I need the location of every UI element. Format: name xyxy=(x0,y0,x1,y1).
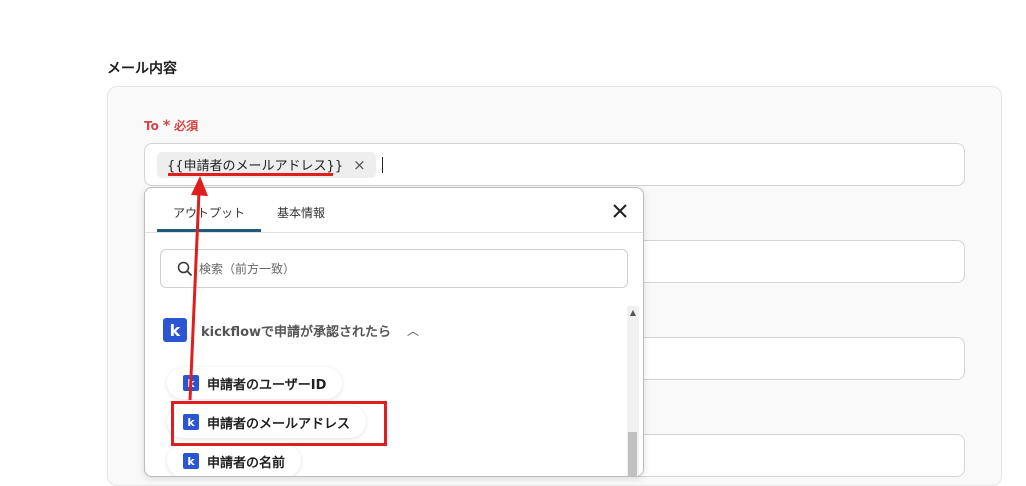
to-input[interactable]: {{申請者のメールアドレス}} × xyxy=(144,143,965,186)
scroll-up-icon[interactable]: ▲ xyxy=(627,306,639,320)
text-cursor xyxy=(381,156,383,173)
annotation-underline xyxy=(168,173,333,176)
tab-output[interactable]: アウトプット xyxy=(173,204,245,221)
group-title: kickflowで申請が承認されたら xyxy=(201,324,392,340)
list-item-label: 申請者のユーザーID xyxy=(207,377,327,393)
kickflow-logo-icon: k xyxy=(163,318,187,342)
scrollbar-thumb[interactable] xyxy=(628,432,637,476)
to-field-label: To * 必須 xyxy=(144,117,198,134)
chip-text: {{申請者のメールアドレス}} xyxy=(167,159,344,174)
kickflow-logo-icon: k xyxy=(183,375,199,391)
close-icon[interactable] xyxy=(611,202,629,220)
required-star: * xyxy=(162,117,171,134)
active-tab-indicator xyxy=(157,229,261,232)
search-box[interactable] xyxy=(160,249,628,288)
group-header-kickflow[interactable]: k kickflowで申請が承認されたら ︿ xyxy=(163,318,419,342)
section-title: メール内容 xyxy=(107,61,177,77)
annotation-highlight-box xyxy=(171,401,387,446)
search-input[interactable] xyxy=(197,260,601,277)
picker-tabs: アウトプット 基本情報 xyxy=(145,188,643,233)
required-text: 必須 xyxy=(174,119,199,133)
list-item-user-id[interactable]: k 申請者のユーザーID xyxy=(167,367,343,399)
chevron-up-icon[interactable]: ︿ xyxy=(407,322,419,339)
chip-close-icon[interactable]: × xyxy=(353,156,366,174)
search-icon xyxy=(177,261,193,276)
list-item-label: 申請者の名前 xyxy=(207,455,286,471)
tab-basic-info[interactable]: 基本情報 xyxy=(277,204,325,221)
list-item-name[interactable]: k 申請者の名前 xyxy=(167,445,302,476)
to-label-text: To xyxy=(144,118,159,133)
